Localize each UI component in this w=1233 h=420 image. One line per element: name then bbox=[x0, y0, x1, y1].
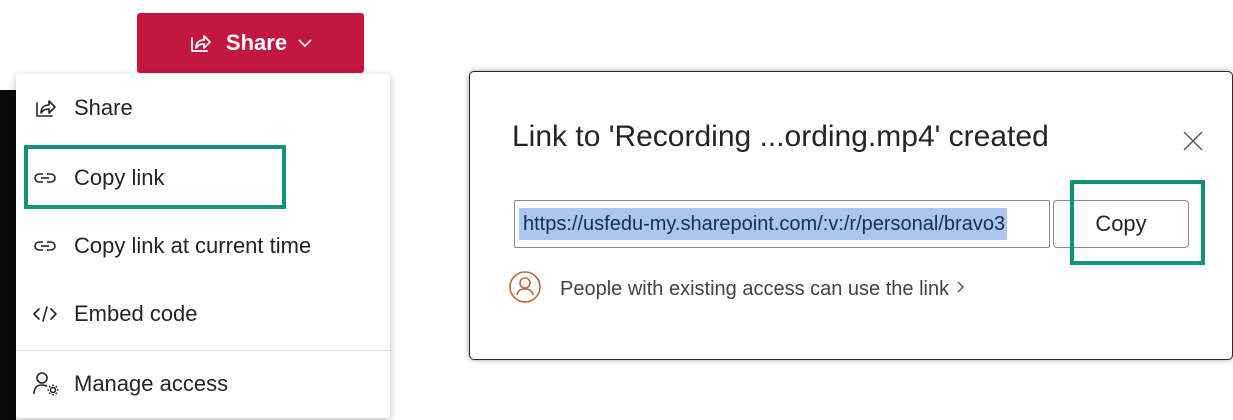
share-icon bbox=[188, 31, 212, 55]
background-dark-strip bbox=[0, 90, 16, 420]
close-icon[interactable] bbox=[1182, 130, 1204, 157]
access-description: People with existing access can use the … bbox=[560, 278, 950, 300]
link-url-field[interactable]: https://usfedu-my.sharepoint.com/:v:/r/p… bbox=[514, 200, 1050, 248]
menu-item-embed-code[interactable]: Embed code bbox=[16, 282, 390, 346]
menu-item-share[interactable]: Share bbox=[16, 76, 390, 140]
dialog-title: Link to 'Recording ...ording.mp4' create… bbox=[512, 120, 1049, 153]
share-button[interactable]: Share bbox=[137, 13, 364, 73]
menu-item-label: Embed code bbox=[74, 301, 198, 326]
menu-item-copy-link-at-current-time[interactable]: Copy link at current time bbox=[16, 214, 390, 278]
menu-item-manage-access[interactable]: Manage access bbox=[16, 352, 390, 416]
share-button-label: Share bbox=[225, 30, 288, 55]
link-settings-row[interactable]: People with existing access can use the … bbox=[508, 270, 965, 309]
people-icon bbox=[508, 270, 542, 309]
menu-item-label: Manage access bbox=[74, 371, 229, 396]
menu-item-label: Copy link at current time bbox=[74, 233, 312, 258]
link-url-text: https://usfedu-my.sharepoint.com/:v:/r/p… bbox=[519, 208, 1008, 240]
share-menu: Share Copy link Copy link at current tim… bbox=[16, 74, 390, 418]
link-icon bbox=[32, 168, 70, 188]
menu-item-label: Copy link bbox=[74, 165, 165, 190]
copy-button[interactable]: Copy bbox=[1053, 200, 1189, 248]
menu-divider bbox=[16, 350, 390, 351]
chevron-down-icon bbox=[297, 37, 313, 49]
menu-item-label: Share bbox=[74, 95, 133, 120]
menu-item-copy-link[interactable]: Copy link bbox=[16, 146, 390, 210]
link-icon bbox=[32, 236, 70, 256]
manage-access-icon bbox=[32, 371, 70, 397]
share-icon bbox=[32, 96, 70, 120]
embed-code-icon bbox=[32, 304, 70, 324]
link-created-dialog: Link to 'Recording ...ording.mp4' create… bbox=[470, 72, 1232, 359]
chevron-right-icon bbox=[955, 280, 965, 299]
